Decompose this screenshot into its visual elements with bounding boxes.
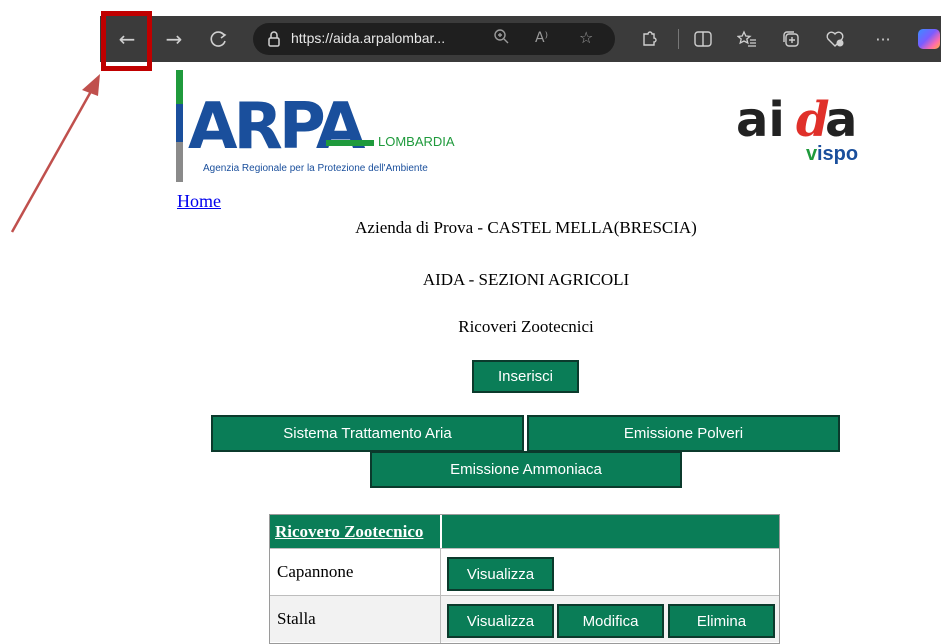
collections-icon[interactable]: [776, 16, 806, 62]
table-row: Capannone Visualizza: [270, 548, 779, 596]
copilot-icon[interactable]: [918, 29, 940, 49]
address-bar[interactable]: https://aida.arpalombar... A⁾ ☆: [253, 23, 615, 55]
insert-button[interactable]: Inserisci: [472, 360, 579, 393]
air-treatment-button[interactable]: Sistema Trattamento Aria: [211, 415, 524, 452]
refresh-icon[interactable]: [204, 16, 234, 62]
subsection-heading: Ricoveri Zootecnici: [458, 317, 594, 336]
arpa-brand-text: ARPA: [188, 90, 366, 164]
vispo-rest: ispo: [817, 143, 858, 165]
url-text[interactable]: https://aida.arpalombar...: [291, 30, 445, 46]
table-header: Ricovero Zootecnico: [270, 515, 779, 548]
extensions-icon[interactable]: [634, 16, 664, 62]
section-heading: AIDA - SEZIONI AGRICOLI: [422, 270, 630, 289]
view-button[interactable]: Visualizza: [447, 557, 554, 591]
browser-essentials-icon[interactable]: [820, 16, 850, 62]
row-name: Capannone: [277, 562, 354, 581]
read-aloud-icon[interactable]: A⁾: [535, 30, 548, 46]
browser-toolbar: ← → https://aida.arpalombar... A⁾ ☆ ···: [100, 16, 941, 62]
column-divider: [440, 596, 441, 643]
arpa-region-text: LOMBARDIA: [378, 134, 455, 149]
view-button[interactable]: Visualizza: [447, 604, 554, 638]
zoom-icon[interactable]: [493, 28, 509, 48]
toolbar-separator: [678, 29, 679, 49]
delete-button[interactable]: Elimina: [668, 604, 775, 638]
ricovero-table: Ricovero Zootecnico Capannone Visualizza…: [269, 514, 780, 644]
refresh-icon-glyph: [210, 31, 227, 47]
favorite-star-icon[interactable]: ☆: [579, 28, 593, 47]
favorites-list-icon[interactable]: [732, 16, 762, 62]
aida-brand-part2: a: [825, 92, 857, 148]
arpa-lombardia-logo: ARPA LOMBARDIA Agenzia Regionale per la …: [176, 70, 466, 182]
column-divider: [440, 549, 441, 596]
lock-icon: [267, 30, 281, 48]
table-header-divider: [440, 515, 442, 548]
ammonia-emission-button[interactable]: Emissione Ammoniaca: [370, 451, 682, 488]
more-icon[interactable]: ···: [868, 16, 898, 62]
dust-emission-button[interactable]: Emissione Polveri: [527, 415, 840, 452]
company-heading: Azienda di Prova - CASTEL MELLA(BRESCIA): [355, 218, 697, 237]
arpa-tagline-text: Agenzia Regionale per la Protezione dell…: [203, 163, 428, 174]
split-screen-icon[interactable]: [688, 16, 718, 62]
home-link[interactable]: Home: [177, 191, 221, 212]
edit-button[interactable]: Modifica: [557, 604, 664, 638]
table-row: Stalla Visualizza Modifica Elimina: [270, 595, 779, 643]
aida-brand-part1: ai: [736, 92, 785, 148]
table-header-link[interactable]: Ricovero Zootecnico: [275, 522, 423, 542]
aida-vispo-logo: ai d a v ispo: [734, 86, 874, 176]
annotation-arrow: [10, 74, 100, 233]
forward-arrow-icon[interactable]: →: [159, 16, 189, 62]
row-name: Stalla: [277, 609, 316, 628]
